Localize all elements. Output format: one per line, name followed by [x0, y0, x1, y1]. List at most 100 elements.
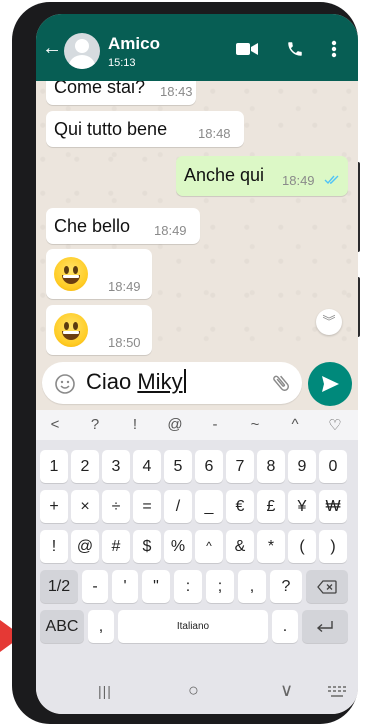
message-time: 18:49: [282, 173, 315, 188]
key[interactable]: 3: [102, 450, 130, 483]
message-time: 18:49: [108, 279, 141, 294]
home-button[interactable]: ○: [188, 680, 199, 701]
video-call-icon[interactable]: [236, 42, 258, 56]
key[interactable]: ': [112, 570, 138, 603]
message-text: Che bello: [54, 216, 131, 236]
message-bubble-incoming[interactable]: 18:50: [46, 305, 152, 355]
key[interactable]: 5: [164, 450, 192, 483]
message-bubble-incoming[interactable]: Come stai? 18:43: [46, 81, 196, 105]
emoji-teeth: [63, 275, 79, 278]
backspace-icon: [317, 580, 337, 594]
enter-icon: [316, 621, 333, 633]
recent-apps-button[interactable]: |||: [98, 683, 112, 699]
phone-icon[interactable]: [286, 40, 304, 58]
key[interactable]: ": [142, 570, 170, 603]
key[interactable]: ÷: [102, 490, 130, 523]
key[interactable]: €: [226, 490, 254, 523]
read-receipt-icon: [324, 175, 339, 185]
key[interactable]: $: [133, 530, 161, 563]
text-caret: [183, 369, 186, 393]
strip-key[interactable]: -: [200, 416, 230, 433]
strip-key[interactable]: <: [40, 416, 70, 433]
back-arrow-icon[interactable]: ←: [42, 38, 62, 58]
enter-key[interactable]: [302, 610, 348, 643]
strip-key[interactable]: ?: [80, 416, 110, 433]
key[interactable]: *: [257, 530, 285, 563]
emoji-eye: [64, 322, 69, 330]
key[interactable]: ¥: [288, 490, 316, 523]
key[interactable]: 9: [288, 450, 316, 483]
key[interactable]: 6: [195, 450, 223, 483]
key[interactable]: +: [40, 490, 68, 523]
scroll-to-bottom-icon[interactable]: ︾: [316, 309, 342, 335]
send-button[interactable]: [308, 362, 352, 406]
strip-key[interactable]: ^: [280, 416, 310, 433]
grinning-face-emoji-icon: [54, 313, 88, 347]
key[interactable]: &: [226, 530, 254, 563]
comma-key[interactable]: ,: [88, 610, 114, 643]
key[interactable]: (: [288, 530, 316, 563]
message-text: Qui tutto bene: [54, 119, 168, 139]
key[interactable]: ): [319, 530, 347, 563]
key[interactable]: £: [257, 490, 285, 523]
avatar-head: [75, 39, 89, 53]
emoji-picker-icon[interactable]: [54, 373, 76, 395]
more-vert-icon[interactable]: [331, 40, 337, 58]
attachment-clip-icon[interactable]: [270, 372, 292, 394]
phone-screen: ← Amico 15:13 Come stai? 18:43 Qui tutto…: [36, 14, 358, 714]
key[interactable]: %: [164, 530, 192, 563]
key[interactable]: ×: [71, 490, 99, 523]
space-key[interactable]: Italiano: [118, 610, 268, 643]
strip-key[interactable]: !: [120, 416, 150, 433]
key[interactable]: 8: [257, 450, 285, 483]
typed-text-underlined: Miky: [137, 369, 183, 394]
page-toggle-key[interactable]: 1/2: [40, 570, 78, 603]
message-bubble-outgoing[interactable]: Anche qui 18:49: [176, 156, 348, 196]
strip-key[interactable]: @: [160, 416, 190, 433]
typed-text-plain: Ciao: [86, 369, 138, 394]
message-bubble-incoming[interactable]: Qui tutto bene 18:48: [46, 111, 244, 147]
message-bubble-incoming[interactable]: 18:49: [46, 249, 152, 299]
key[interactable]: 4: [133, 450, 161, 483]
back-button[interactable]: ∨: [280, 680, 293, 701]
key[interactable]: -: [82, 570, 108, 603]
contact-name[interactable]: Amico: [108, 34, 160, 54]
key[interactable]: ?: [270, 570, 302, 603]
message-bubble-incoming[interactable]: Che bello 18:49: [46, 208, 200, 244]
keyboard-symbol-strip: < ? ! @ - ~ ^ ♡: [36, 410, 358, 440]
last-seen-time: 15:13: [108, 57, 136, 69]
key[interactable]: !: [40, 530, 68, 563]
period-key[interactable]: .: [272, 610, 298, 643]
strip-key[interactable]: ♡: [320, 416, 350, 434]
key[interactable]: 2: [71, 450, 99, 483]
key[interactable]: ^: [195, 530, 223, 563]
key[interactable]: ,: [238, 570, 266, 603]
key[interactable]: ;: [206, 570, 234, 603]
avatar[interactable]: [64, 33, 100, 69]
message-composer: Ciao Miky: [36, 358, 358, 410]
grinning-face-emoji-icon: [54, 257, 88, 291]
send-icon: [322, 376, 339, 392]
chat-area[interactable]: Come stai? 18:43 Qui tutto bene 18:48 An…: [36, 81, 358, 358]
phone-frame: ← Amico 15:13 Come stai? 18:43 Qui tutto…: [12, 2, 360, 724]
message-text: Anche qui: [184, 165, 265, 185]
keyboard-hide-icon[interactable]: [328, 686, 346, 698]
key[interactable]: :: [174, 570, 202, 603]
key[interactable]: /: [164, 490, 192, 523]
abc-key[interactable]: ABC: [40, 610, 84, 643]
message-time: 18:43: [160, 84, 193, 99]
key[interactable]: =: [133, 490, 161, 523]
key[interactable]: _: [195, 490, 223, 523]
message-input[interactable]: Ciao Miky: [42, 362, 302, 404]
emoji-eye: [73, 266, 78, 274]
key[interactable]: @: [71, 530, 99, 563]
key[interactable]: 0: [319, 450, 347, 483]
avatar-body: [69, 55, 95, 69]
emoji-eye: [64, 266, 69, 274]
key[interactable]: 7: [226, 450, 254, 483]
key[interactable]: 1: [40, 450, 68, 483]
key[interactable]: #: [102, 530, 130, 563]
strip-key[interactable]: ~: [240, 416, 270, 433]
key[interactable]: ₩: [319, 490, 347, 523]
backspace-key[interactable]: [306, 570, 348, 603]
